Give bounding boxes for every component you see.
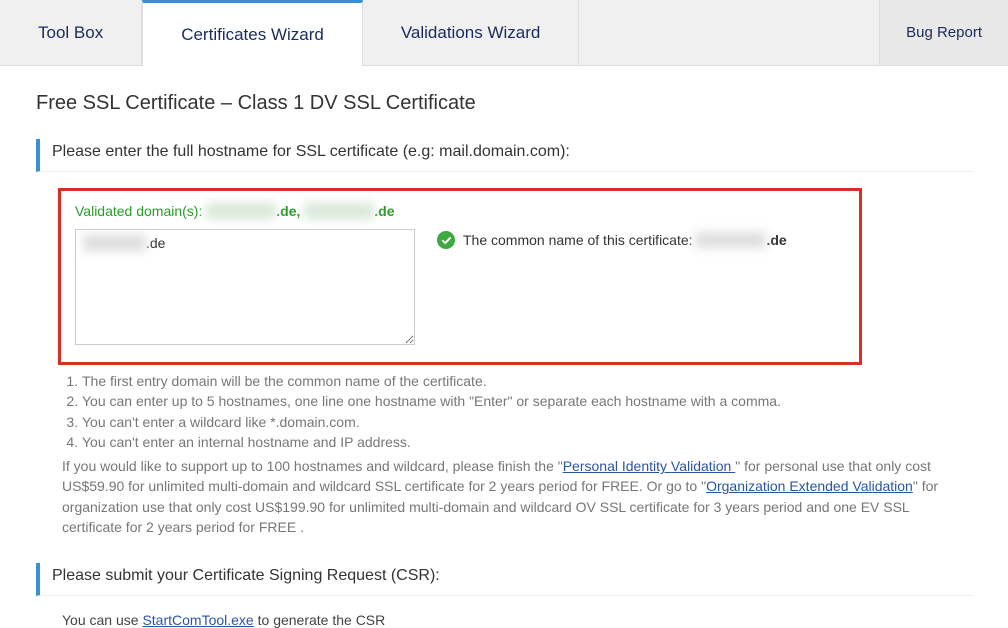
section-hostname-header: Please enter the full hostname for SSL c…	[36, 139, 972, 172]
page-title: Free SSL Certificate – Class 1 DV SSL Ce…	[36, 92, 972, 115]
check-icon	[437, 231, 455, 249]
common-name-note: The common name of this certificate: xxx…	[437, 229, 787, 249]
tab-bar: Tool Box Certificates Wizard Validations…	[0, 0, 1008, 66]
note-item-3: You can't enter a wildcard like *.domain…	[82, 412, 952, 432]
hostname-textarea[interactable]	[75, 229, 415, 345]
note-item-4: You can't enter an internal hostname and…	[82, 432, 952, 452]
note-item-1: The first entry domain will be the commo…	[82, 371, 952, 391]
link-personal-identity-validation[interactable]: Personal Identity Validation	[563, 458, 736, 474]
validated-domains-line: Validated domain(s): xxxxxxxxxx.de, xxxx…	[75, 203, 845, 219]
bug-report-button[interactable]: Bug Report	[879, 0, 1008, 65]
note-item-2: You can enter up to 5 hostnames, one lin…	[82, 391, 952, 411]
link-startcomtool[interactable]: StartComTool.exe	[142, 612, 253, 628]
hostname-textarea-wrap: xxxxxxxxx.de	[75, 229, 415, 348]
hostname-highlight-box: Validated domain(s): xxxxxxxxxx.de, xxxx…	[58, 188, 862, 365]
tab-toolbox[interactable]: Tool Box	[0, 0, 142, 65]
link-organization-extended-validation[interactable]: Organization Extended Validation	[706, 478, 913, 494]
main-content: Free SSL Certificate – Class 1 DV SSL Ce…	[0, 66, 1008, 628]
section-csr-header: Please submit your Certificate Signing R…	[36, 563, 972, 596]
csr-instruction: You can use StartComTool.exe to generate…	[62, 612, 972, 628]
tab-validations-wizard[interactable]: Validations Wizard	[363, 0, 580, 65]
tab-certificates-wizard[interactable]: Certificates Wizard	[142, 0, 363, 66]
hostname-notes: The first entry domain will be the commo…	[62, 371, 952, 537]
